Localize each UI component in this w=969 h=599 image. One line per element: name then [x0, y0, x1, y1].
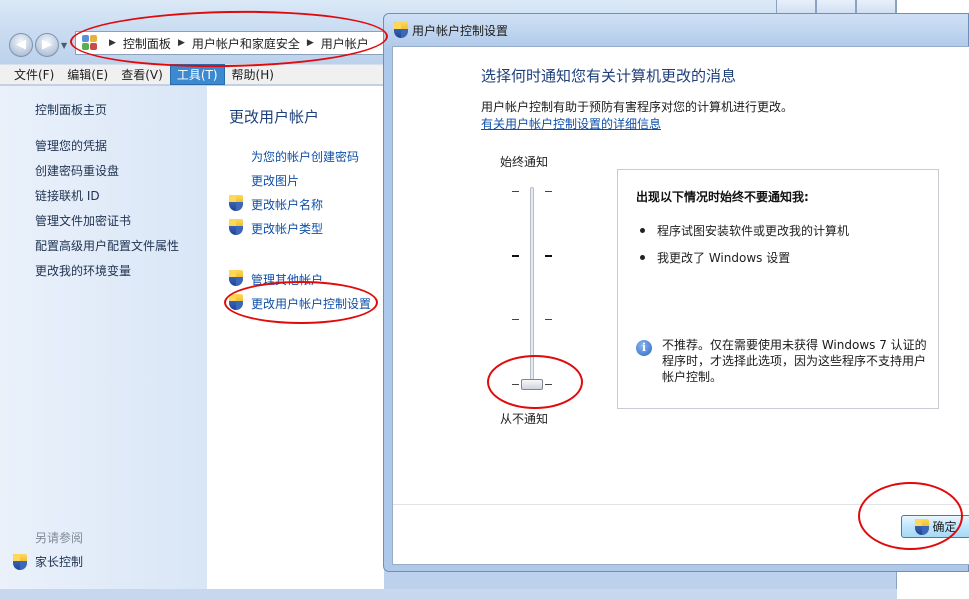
menu-file[interactable]: 文件(F)	[8, 65, 60, 84]
change-picture-link[interactable]: 更改图片	[251, 172, 299, 189]
annotation-ellipse-ok-button	[858, 482, 963, 550]
sidebar-item-link-online-id[interactable]: 链接联机 ID	[35, 187, 100, 204]
sidebar-item-control-panel-home[interactable]: 控制面板主页	[35, 101, 107, 118]
dialog-heading: 选择何时通知您有关计算机更改的消息	[481, 67, 737, 85]
change-account-name-link[interactable]: 更改帐户名称	[251, 196, 323, 213]
bullet-icon	[640, 255, 645, 260]
page-title: 更改用户帐户	[229, 108, 320, 126]
info-bullet: 程序试图安装软件或更改我的计算机	[640, 222, 849, 239]
slider-tick	[512, 319, 519, 320]
bullet-icon	[640, 228, 645, 233]
back-button[interactable]: ◀	[9, 33, 33, 57]
see-also-heading: 另请参阅	[35, 531, 84, 545]
uac-shield-icon	[229, 270, 243, 286]
slider-tick	[512, 255, 519, 257]
info-heading: 出现以下情况时始终不要通知我:	[636, 190, 809, 204]
forward-button[interactable]: ▶	[35, 33, 59, 57]
uac-shield-icon	[229, 195, 243, 211]
annotation-ellipse-slider	[487, 355, 583, 409]
dialog-title: 用户帐户控制设置	[412, 23, 509, 38]
dialog-titlebar[interactable]: 用户帐户控制设置	[384, 14, 969, 46]
slider-tick	[512, 191, 519, 192]
info-note: 不推荐。仅在需要使用未获得 Windows 7 认证的程序时，才选择此选项，因为…	[662, 338, 927, 384]
menu-bar: 文件(F) 编辑(E) 查看(V) 工具(T) 帮助(H)	[0, 64, 384, 85]
family-control-label: 家长控制	[35, 555, 84, 569]
create-password-link[interactable]: 为您的帐户创建密码	[251, 148, 359, 165]
info-bullet-text: 程序试图安装软件或更改我的计算机	[657, 224, 850, 238]
dialog-description: 用户帐户控制有助于预防有害程序对您的计算机进行更改。	[481, 100, 794, 114]
sidebar-item-environment-variables[interactable]: 更改我的环境变量	[35, 262, 131, 279]
uac-shield-icon	[13, 553, 27, 570]
slider-tick	[545, 255, 552, 257]
annotation-ellipse-uac-link	[224, 281, 378, 324]
menu-help[interactable]: 帮助(H)	[226, 65, 280, 84]
slider-top-label: 始终通知	[500, 155, 549, 169]
menu-view[interactable]: 查看(V)	[115, 65, 169, 84]
sidebar-item-advanced-profile[interactable]: 配置高级用户配置文件属性	[35, 237, 179, 254]
uac-shield-icon	[394, 22, 408, 38]
info-bullet: 我更改了 Windows 设置	[640, 249, 790, 266]
uac-shield-icon	[229, 219, 243, 235]
sidebar-item-password-reset-disk[interactable]: 创建密码重设盘	[35, 162, 119, 179]
history-dropdown-icon[interactable]: ▼	[61, 41, 67, 50]
info-icon: i	[636, 340, 652, 356]
level-description-box: 出现以下情况时始终不要通知我: 程序试图安装软件或更改我的计算机 我更改了 Wi…	[617, 169, 939, 409]
uac-more-info-link[interactable]: 有关用户帐户控制设置的详细信息	[481, 115, 661, 132]
window-bottom-border	[0, 589, 897, 599]
slider-tick	[545, 319, 552, 320]
change-account-type-link[interactable]: 更改帐户类型	[251, 220, 323, 237]
slider-tick	[545, 191, 552, 192]
sidebar-item-file-encryption-certs[interactable]: 管理文件加密证书	[35, 212, 131, 229]
sidebar-item-manage-credentials[interactable]: 管理您的凭据	[35, 137, 107, 154]
info-bullet-text: 我更改了 Windows 设置	[657, 251, 791, 265]
menu-edit[interactable]: 编辑(E)	[61, 65, 114, 84]
family-control-link[interactable]: 家长控制	[13, 553, 83, 570]
slider-bottom-label: 从不通知	[500, 412, 549, 426]
